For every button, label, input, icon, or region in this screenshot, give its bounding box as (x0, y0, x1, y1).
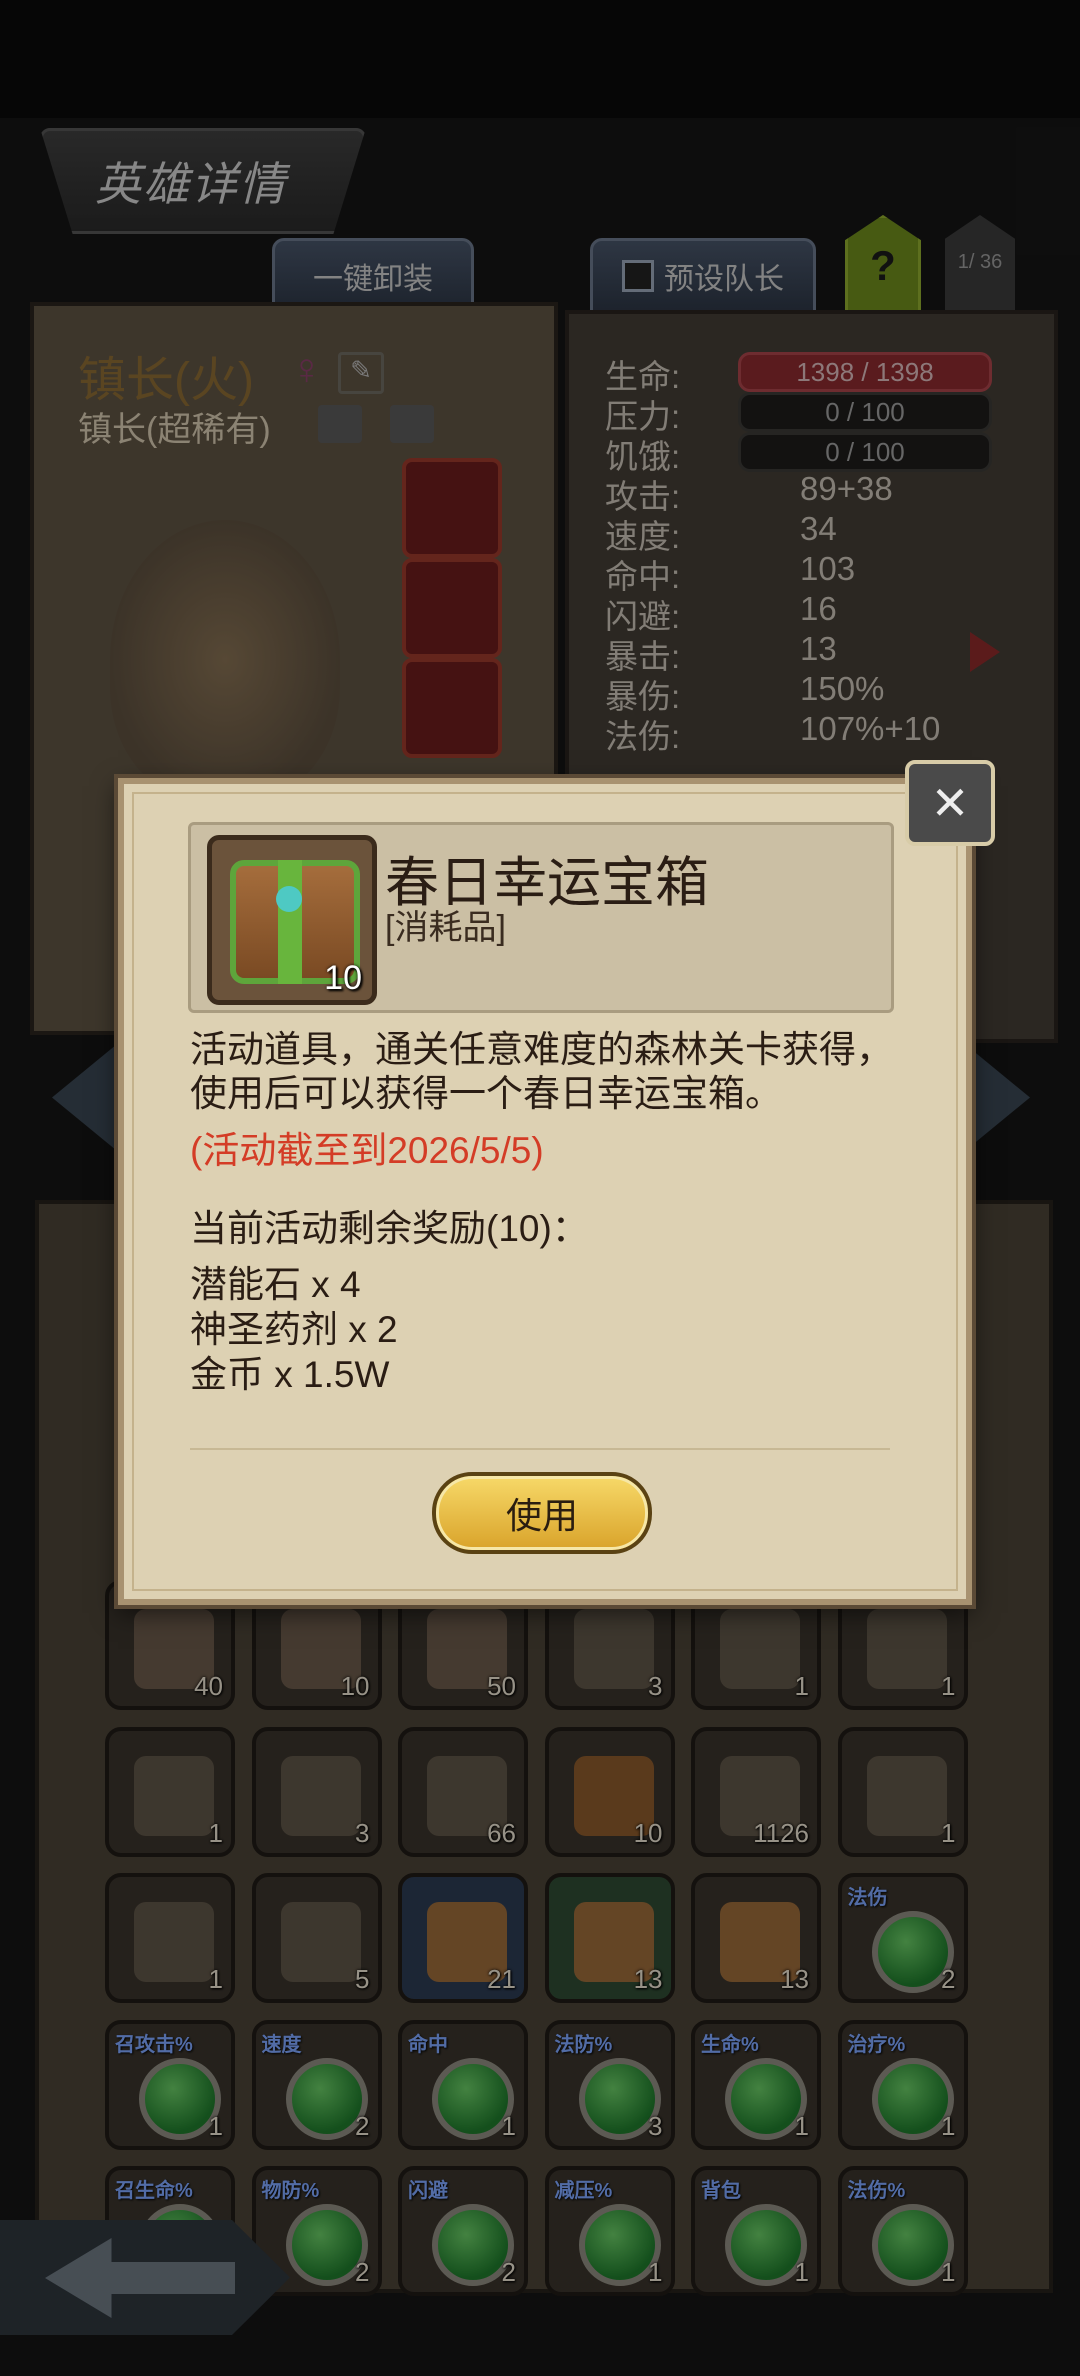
use-button[interactable]: 使用 (432, 1472, 652, 1554)
close-button[interactable]: ✕ (905, 760, 995, 846)
item-icon: 10 (207, 835, 377, 1005)
item-count: 10 (324, 959, 362, 997)
reward-item: 金币 x 1.5W (190, 1354, 390, 1395)
chest-gem (276, 886, 302, 912)
rewards-header: 当前活动剩余奖励(10)： (190, 1208, 589, 1249)
divider (190, 1448, 890, 1450)
chest-band (278, 860, 302, 984)
event-deadline: (活动截至到2026/5/5) (190, 1130, 544, 1171)
item-type: [消耗品] (385, 909, 506, 947)
item-description: 活动道具，通关任意难度的森林关卡获得，使用后可以获得一个春日幸运宝箱。 (190, 1029, 893, 1114)
close-icon: ✕ (930, 777, 970, 829)
